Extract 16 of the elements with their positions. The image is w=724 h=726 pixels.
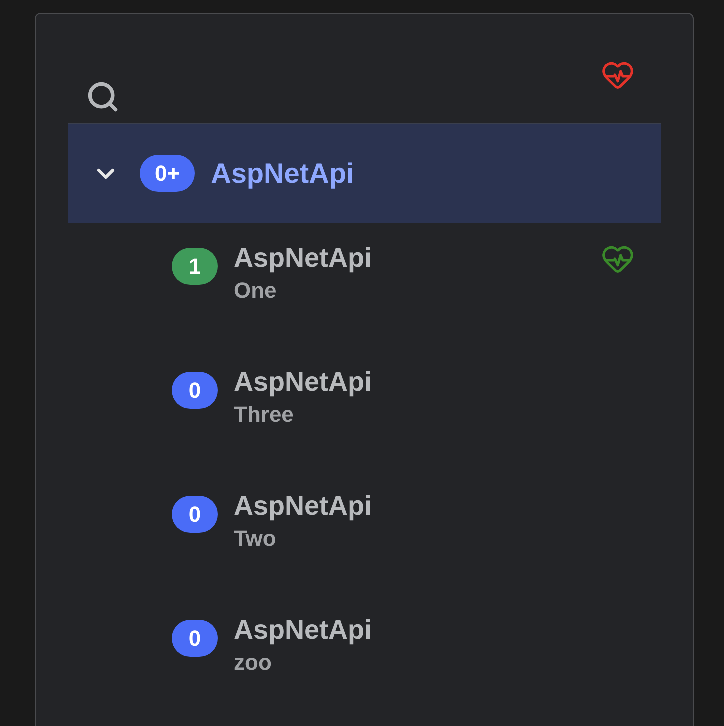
service-title: AspNetApi — [234, 490, 372, 523]
count-badge: 0 — [172, 372, 218, 409]
service-subtitle: zoo — [234, 649, 273, 677]
search-button[interactable] — [86, 80, 120, 114]
group-title: AspNetApi — [211, 156, 354, 191]
tree-group-row[interactable]: 0+ AspNetApi — [68, 123, 661, 223]
count-badge: 0 — [172, 620, 218, 657]
service-subtitle: Two — [234, 525, 278, 553]
service-subtitle: Three — [234, 401, 295, 429]
count-badge: 0 — [172, 496, 218, 533]
service-title: AspNetApi — [234, 242, 372, 275]
count-badge: 0+ — [140, 155, 196, 192]
service-title: AspNetApi — [234, 614, 372, 647]
service-subtitle: One — [234, 277, 278, 305]
count-badge: 1 — [172, 248, 218, 285]
service-title: AspNetApi — [234, 366, 372, 399]
